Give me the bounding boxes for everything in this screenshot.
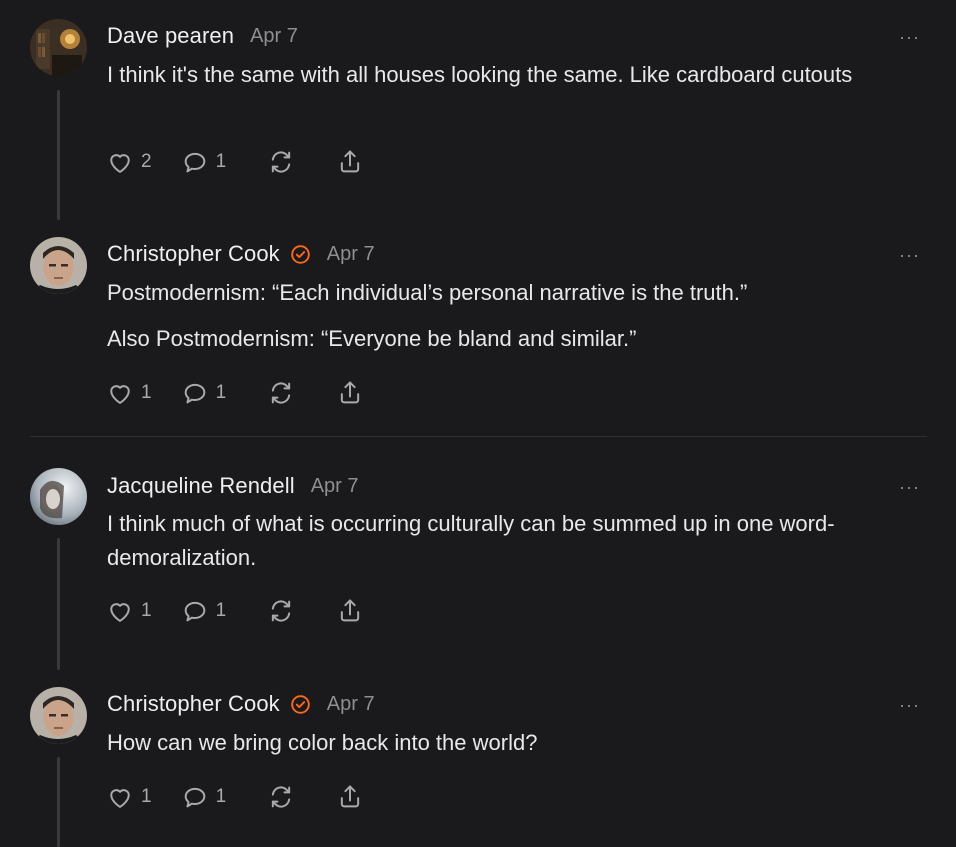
- comment-paragraph: I think it's the same with all houses lo…: [107, 62, 853, 87]
- comment-bubble-icon: [181, 148, 209, 176]
- comment-paragraph: I think much of what is occurring cultur…: [107, 511, 835, 570]
- restack-button[interactable]: [267, 783, 295, 811]
- more-options-icon[interactable]: ···: [899, 246, 920, 264]
- like-button[interactable]: 1: [106, 597, 152, 625]
- like-button[interactable]: 1: [106, 379, 152, 407]
- comment-body: I think much of what is occurring cultur…: [107, 507, 937, 575]
- comment-body: How can we bring color back into the wor…: [107, 726, 927, 760]
- comment-actions: 2 1: [106, 147, 364, 177]
- reply-button[interactable]: 1: [181, 597, 227, 625]
- heart-icon: [106, 148, 134, 176]
- restack-icon: [267, 597, 295, 625]
- reply-button[interactable]: 1: [181, 783, 227, 811]
- avatar[interactable]: [30, 687, 87, 744]
- comment-date[interactable]: Apr 7: [327, 693, 375, 716]
- heart-icon: [106, 379, 134, 407]
- comment-paragraph: How can we bring color back into the wor…: [107, 730, 538, 755]
- more-options-icon[interactable]: ···: [899, 28, 920, 46]
- share-button[interactable]: [336, 597, 364, 625]
- avatar[interactable]: [30, 468, 87, 525]
- author-name[interactable]: Christopher Cook: [107, 691, 280, 717]
- like-count: 2: [141, 151, 152, 172]
- like-count: 1: [141, 786, 152, 807]
- like-button[interactable]: 2: [106, 148, 152, 176]
- comment-bubble-icon: [181, 783, 209, 811]
- more-options-icon[interactable]: ···: [899, 478, 920, 496]
- comment-paragraph: Postmodernism: “Each individual’s person…: [107, 280, 748, 305]
- restack-icon: [267, 148, 295, 176]
- comment-actions: 1 1: [106, 782, 364, 812]
- reply-count: 1: [215, 600, 227, 621]
- comment-header: Dave pearen Apr 7: [107, 21, 298, 51]
- reply-button[interactable]: 1: [181, 148, 227, 176]
- more-options-icon[interactable]: ···: [899, 696, 920, 714]
- thread-line: [57, 538, 60, 670]
- comment-header: Christopher Cook Apr 7: [107, 239, 375, 269]
- thread-line: [57, 90, 60, 220]
- share-button[interactable]: [336, 783, 364, 811]
- share-button[interactable]: [336, 379, 364, 407]
- restack-button[interactable]: [267, 597, 295, 625]
- heart-icon: [106, 597, 134, 625]
- verified-badge-icon: [290, 694, 311, 715]
- reply-count: 1: [215, 151, 227, 172]
- share-icon: [336, 379, 364, 407]
- share-button[interactable]: [336, 148, 364, 176]
- heart-icon: [106, 783, 134, 811]
- restack-icon: [267, 783, 295, 811]
- comment-actions: 1 1: [106, 378, 364, 408]
- thread-line: [57, 757, 60, 847]
- author-name[interactable]: Dave pearen: [107, 23, 234, 49]
- comment-actions: 1 1: [106, 596, 364, 626]
- thread-divider: [30, 436, 927, 437]
- comment-header: Christopher Cook Apr 7: [107, 689, 375, 719]
- comment-date[interactable]: Apr 7: [311, 475, 359, 498]
- like-count: 1: [141, 600, 152, 621]
- share-icon: [336, 597, 364, 625]
- like-count: 1: [141, 382, 152, 403]
- comment-body: I think it's the same with all houses lo…: [107, 58, 887, 92]
- restack-icon: [267, 379, 295, 407]
- restack-button[interactable]: [267, 379, 295, 407]
- reply-button[interactable]: 1: [181, 379, 227, 407]
- share-icon: [336, 783, 364, 811]
- like-button[interactable]: 1: [106, 783, 152, 811]
- comment-header: Jacqueline Rendell Apr 7: [107, 471, 359, 501]
- comment-body: Postmodernism: “Each individual’s person…: [107, 276, 927, 356]
- comment-bubble-icon: [181, 597, 209, 625]
- reply-count: 1: [215, 382, 227, 403]
- author-name[interactable]: Christopher Cook: [107, 241, 280, 267]
- comment-paragraph: Also Postmodernism: “Everyone be bland a…: [107, 326, 637, 351]
- comment-bubble-icon: [181, 379, 209, 407]
- reply-count: 1: [215, 786, 227, 807]
- comment-date[interactable]: Apr 7: [250, 25, 298, 48]
- comment-date[interactable]: Apr 7: [327, 243, 375, 266]
- avatar[interactable]: [30, 19, 87, 76]
- restack-button[interactable]: [267, 148, 295, 176]
- author-name[interactable]: Jacqueline Rendell: [107, 473, 295, 499]
- avatar[interactable]: [30, 237, 87, 294]
- share-icon: [336, 148, 364, 176]
- verified-badge-icon: [290, 244, 311, 265]
